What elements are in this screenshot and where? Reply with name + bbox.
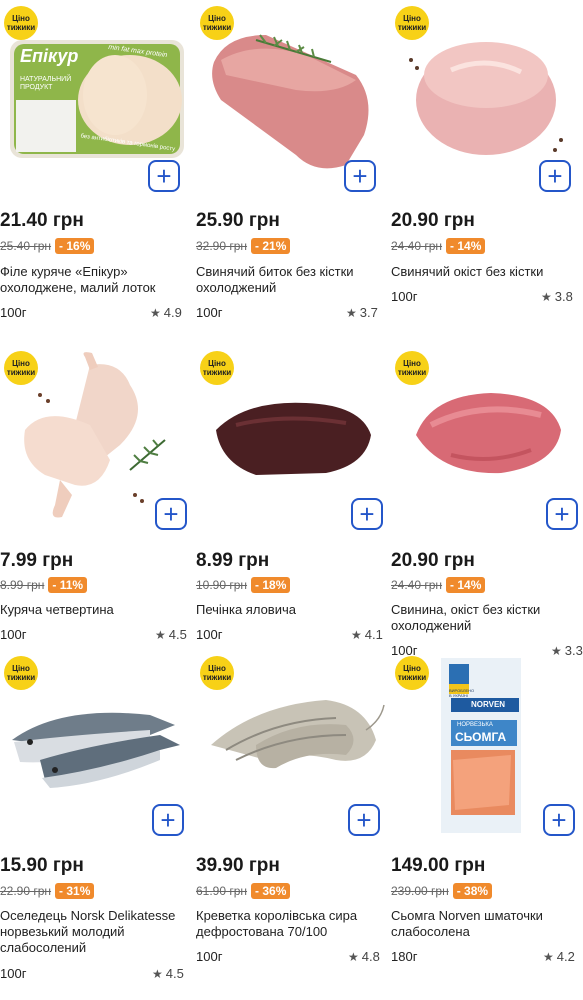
old-price: 24.40 грн [391,578,443,592]
current-price: 20.90 грн [391,550,475,571]
current-price: 7.99 грн [0,550,74,571]
product-name[interactable]: Свинячий биток без кістки охолоджений [196,264,381,296]
product-weight: 100г [196,949,223,964]
product-name[interactable]: Філе куряче «Епікур» охолоджене, малий л… [0,264,185,296]
star-icon: ★ [150,306,161,320]
star-icon: ★ [543,950,554,964]
product-name[interactable]: Куряча четвертина [0,602,185,618]
plus-icon: + [352,161,368,191]
add-to-cart-button[interactable]: + [155,498,187,530]
product-weight: 100г [0,966,27,981]
pack-label: НАТУРАЛЬНИЙ ПРОДУКТ [20,76,72,91]
product-name[interactable]: Сьомга Norven шматочки слабосолена [391,908,576,940]
star-icon: ★ [351,628,362,642]
discount-badge: - 21% [251,238,291,254]
product-rating: ★ 4.5 [155,627,187,642]
current-price: 25.90 грн [196,210,280,231]
plus-icon: + [554,499,570,529]
price-promo-badge: Ціно тижики [200,351,234,385]
plus-icon: + [551,805,567,835]
current-price: 39.90 грн [196,855,280,876]
old-price: 10.90 грн [196,578,248,592]
product-rating: ★ 3.8 [541,289,573,304]
product-rating: ★ 3.7 [346,305,378,320]
add-to-cart-button[interactable]: + [348,804,380,836]
current-price: 15.90 грн [0,855,84,876]
product-rating: ★ 4.8 [348,949,380,964]
pack-origin: ВИРОБЛЕНО В УКРАЇНІ [449,688,475,698]
plus-icon: + [547,161,563,191]
product-weight: 180г [391,949,418,964]
current-price: 20.90 грн [391,210,475,231]
current-price: 149.00 грн [391,855,486,876]
price-promo-badge: Ціно тижики [395,656,429,690]
add-to-cart-button[interactable]: + [344,160,376,192]
old-price: 239.00 грн [391,884,449,898]
add-to-cart-button[interactable]: + [152,804,184,836]
old-price: 24.40 грн [391,239,443,253]
old-price: 25.40 грн [0,239,52,253]
plus-icon: + [156,161,172,191]
product-weight: 100г [0,627,27,642]
discount-badge: - 38% [452,883,493,899]
add-to-cart-button[interactable]: + [539,160,571,192]
add-to-cart-button[interactable]: + [543,804,575,836]
product-name[interactable]: Свинина, окіст без кістки охолоджений [391,602,576,634]
star-icon: ★ [155,628,166,642]
product-weight: 100г [0,305,27,320]
product-rating: ★ 4.5 [152,966,184,981]
discount-badge: - 36% [251,883,291,899]
pack-brand: NORVEN [471,700,506,709]
product-name[interactable]: Свинячий окіст без кістки [391,264,576,280]
add-to-cart-button[interactable]: + [148,160,180,192]
pack-label: НОРВЕЗЬКА [457,722,493,728]
product-rating: ★ 4.2 [543,949,575,964]
discount-badge: - 14% [446,238,486,254]
plus-icon: + [359,499,375,529]
discount-badge: - 18% [251,577,291,593]
current-price: 8.99 грн [196,550,270,571]
discount-badge: - 11% [48,577,88,593]
star-icon: ★ [348,950,359,964]
product-name[interactable]: Оселедець Norsk Delikatesse норвезький м… [0,908,185,956]
price-promo-badge: Ціно тижики [4,656,38,690]
discount-badge: - 31% [55,883,95,899]
plus-icon: + [356,805,372,835]
price-promo-badge: Ціно тижики [4,351,38,385]
price-promo-badge: Ціно тижики [395,351,429,385]
current-price: 21.40 грн [0,210,84,231]
pack-brand: Епікур [20,46,79,66]
discount-badge: - 14% [446,577,486,593]
product-rating: ★ 4.9 [150,305,182,320]
product-name[interactable]: Креветка королівська сира дефростована 7… [196,908,381,940]
price-promo-badge: Ціно тижики [4,6,38,40]
product-weight: 100г [196,305,223,320]
add-to-cart-button[interactable]: + [351,498,383,530]
old-price: 8.99 грн [0,578,45,592]
product-weight: 100г [391,289,418,304]
product-weight: 100г [196,627,223,642]
product-rating: ★ 4.1 [351,627,383,642]
price-promo-badge: Ціно тижики [395,6,429,40]
old-price: 22.90 грн [0,884,52,898]
old-price: 61.90 грн [196,884,248,898]
old-price: 32.90 грн [196,239,248,253]
star-icon: ★ [152,967,163,981]
discount-badge: - 16% [55,238,95,254]
product-name[interactable]: Печінка яловича [196,602,381,618]
price-promo-badge: Ціно тижики [200,6,234,40]
star-icon: ★ [541,290,552,304]
star-icon: ★ [346,306,357,320]
plus-icon: + [163,499,179,529]
add-to-cart-button[interactable]: + [546,498,578,530]
price-promo-badge: Ціно тижики [200,656,234,690]
plus-icon: + [160,805,176,835]
pack-title: СЬОМГА [455,730,507,744]
